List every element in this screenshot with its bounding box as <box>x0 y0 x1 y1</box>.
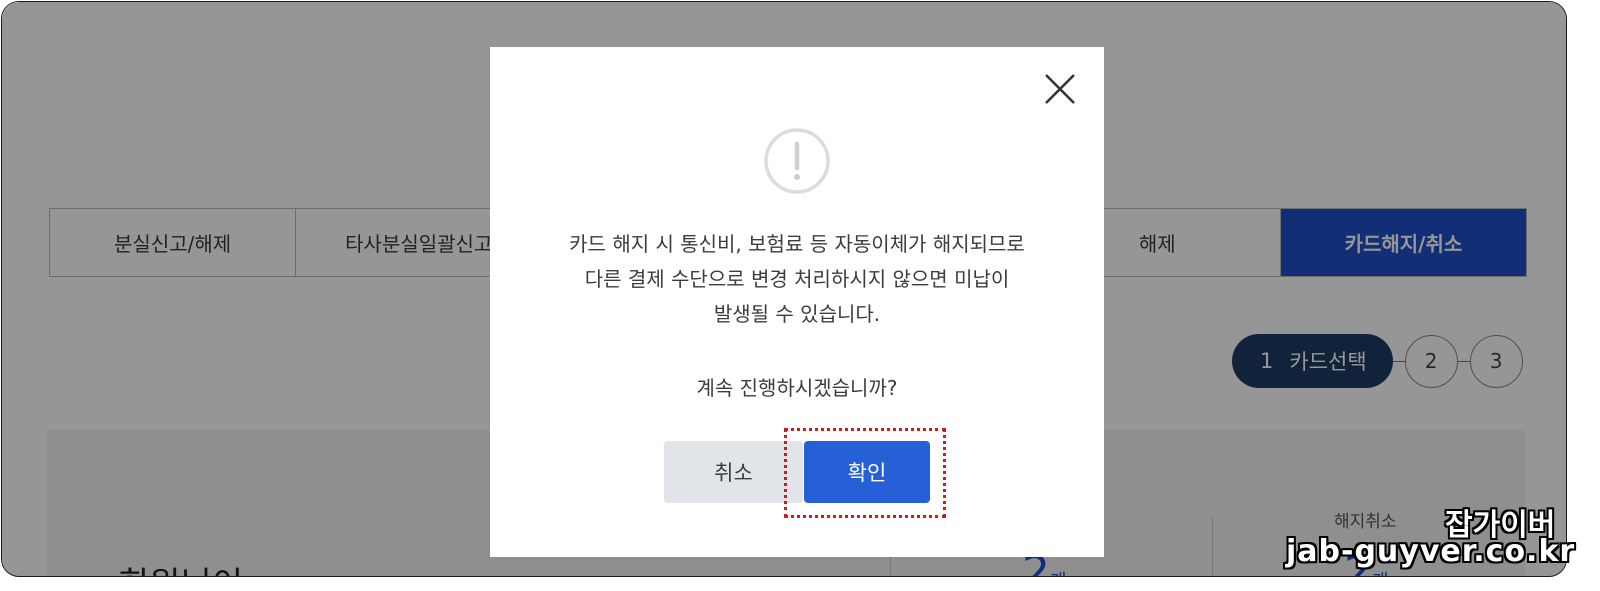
message-line: 다른 결제 수단으로 변경 처리하시지 않으면 미납이 <box>584 267 1010 291</box>
message-line: 카드 해지 시 통신비, 보험료 등 자동이체가 해지되므로 <box>569 232 1025 256</box>
screenshot-frame: 분실신고/해제 타사분실일괄신고 해제 카드해지/취소 1 카드선택 2 3 회… <box>0 0 1600 591</box>
dialog-message: 카드 해지 시 통신비, 보험료 등 자동이체가 해지되므로 다른 결제 수단으… <box>490 227 1104 332</box>
confirm-highlight-box <box>784 428 946 518</box>
dialog-question: 계속 진행하시겠습니까? <box>696 376 898 400</box>
close-icon[interactable] <box>1040 69 1080 109</box>
watermark-url: jab-guyver.co.kr <box>1286 534 1576 569</box>
message-line: 발생될 수 있습니다. <box>713 302 881 326</box>
cancel-button[interactable]: 취소 <box>664 441 803 503</box>
exclamation-circle-icon <box>763 127 831 195</box>
